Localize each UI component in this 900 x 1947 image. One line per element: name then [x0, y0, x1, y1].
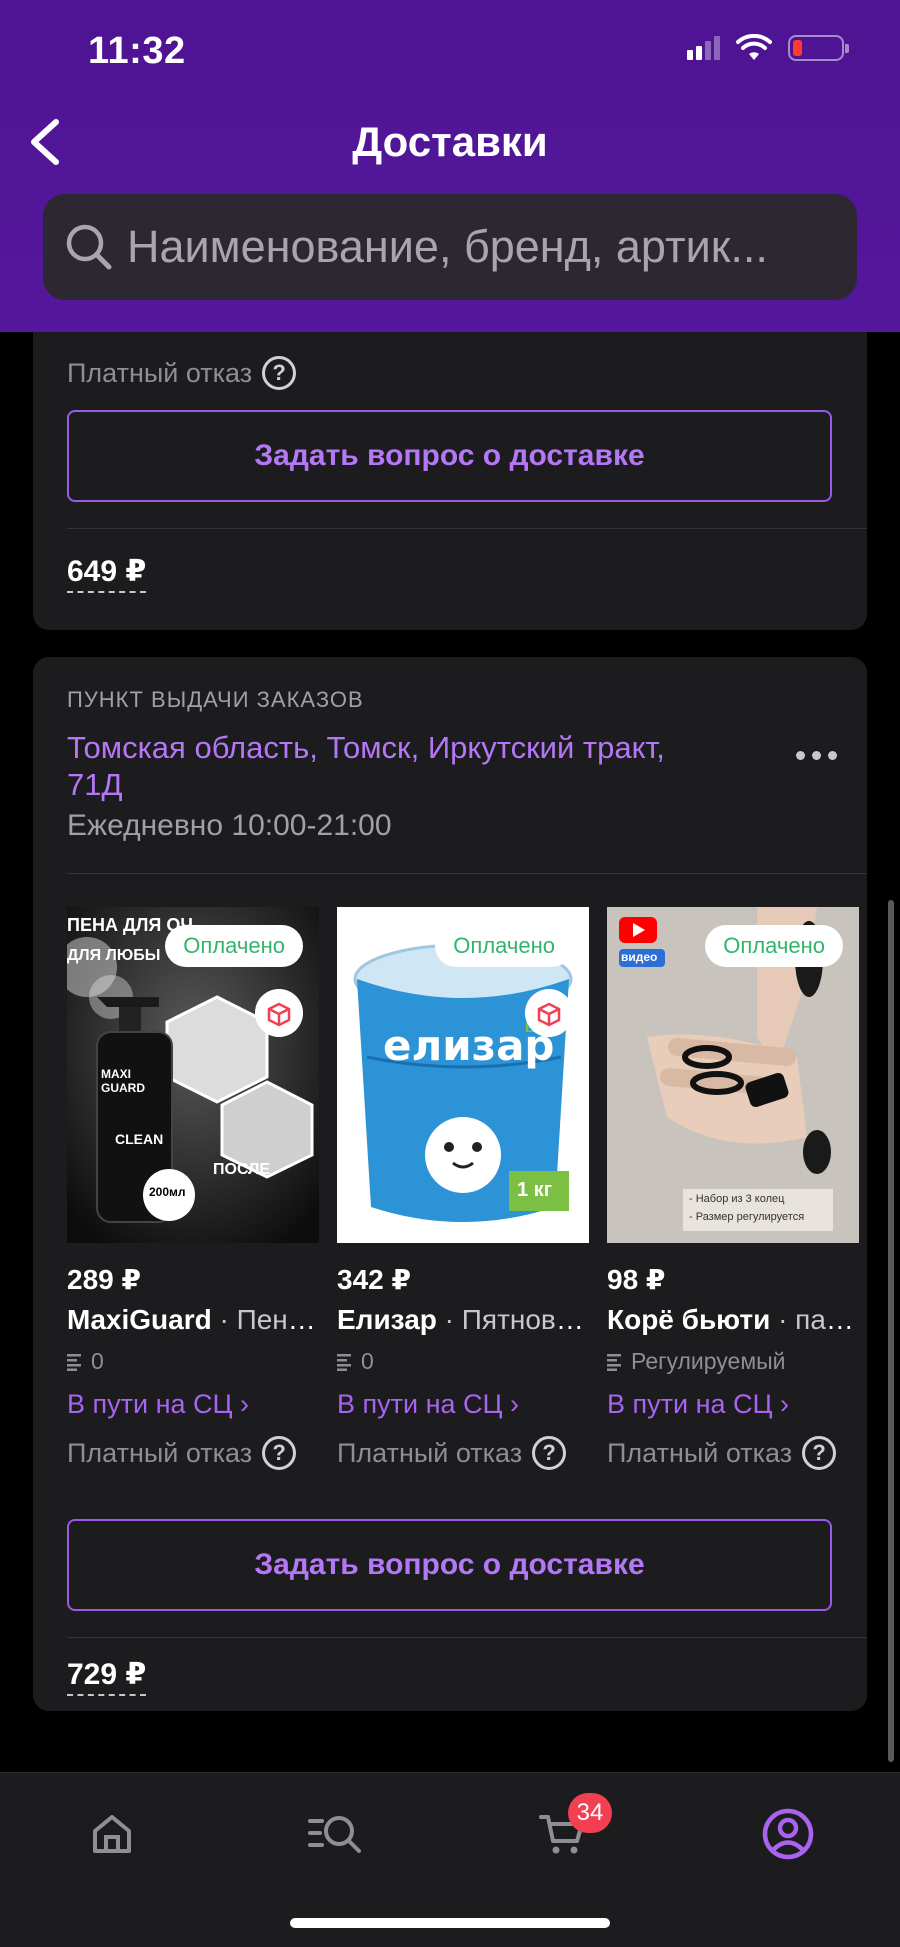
profile-icon: [762, 1808, 814, 1860]
paid-refusal-row: Платный отказ ?: [67, 1436, 319, 1470]
paid-refusal-label: Платный отказ: [337, 1437, 523, 1468]
product-price: 289 ₽: [67, 1264, 141, 1295]
paid-refusal-row: Платный отказ ?: [67, 356, 297, 390]
product-image[interactable]: елизар ECO 1 кг Оплачено: [337, 907, 589, 1243]
search-input[interactable]: [127, 221, 827, 273]
tab-cart[interactable]: 34: [522, 1793, 612, 1869]
pickup-point-hours: Ежедневно 10:00-21:00: [67, 809, 392, 842]
list-icon: [607, 1353, 621, 1371]
image-text: MAXI GUARD: [101, 1067, 145, 1095]
return-box-icon: [255, 989, 303, 1037]
product-price: 98 ₽: [607, 1264, 666, 1295]
product-item[interactable]: ПЕНА ДЛЯ ОЧ ДЛЯ ЛЮБЫ MAXI GUARD CLEAN 20…: [67, 907, 319, 1470]
delivery-status-link[interactable]: В пути на СЦ ›: [607, 1389, 859, 1420]
divider: [67, 528, 867, 529]
tab-profile[interactable]: [748, 1799, 828, 1869]
page-title: Доставки: [352, 118, 548, 165]
divider: [67, 1637, 867, 1638]
delivery-status-link[interactable]: В пути на СЦ ›: [337, 1389, 589, 1420]
list-icon: [67, 1353, 81, 1371]
tab-catalog[interactable]: [296, 1799, 376, 1869]
search-bar[interactable]: [43, 194, 857, 300]
product-image[interactable]: видео - Набор из 3 колец - Размер регули…: [607, 907, 859, 1243]
paid-refusal-label: Платный отказ: [67, 357, 253, 388]
paid-refusal-row: Платный отказ ?: [337, 1436, 589, 1470]
product-reviews: Регулируемый: [607, 1348, 859, 1375]
product-carousel[interactable]: ПЕНА ДЛЯ ОЧ ДЛЯ ЛЮБЫ MAXI GUARD CLEAN 20…: [67, 907, 867, 1487]
home-icon: [93, 1815, 131, 1853]
product-name[interactable]: Корё бьюти · пальцевые кольца: [607, 1304, 859, 1336]
help-icon[interactable]: ?: [532, 1436, 567, 1470]
order-total[interactable]: 649 ₽: [67, 554, 147, 593]
product-name[interactable]: Елизар · Пятновыводитель: [337, 1304, 589, 1336]
image-text: - Размер регулируется: [689, 1211, 805, 1223]
paid-refusal-label: Платный отказ: [607, 1437, 793, 1468]
image-text: - Набор из 3 колец: [689, 1193, 785, 1205]
delivery-card: Платный отказ ? Задать вопрос о доставке…: [33, 332, 867, 630]
help-icon[interactable]: ?: [802, 1436, 837, 1470]
product-price: 342 ₽: [337, 1264, 411, 1295]
paid-badge: Оплачено: [705, 925, 843, 967]
paid-refusal-row: Платный отказ ?: [607, 1436, 859, 1470]
home-indicator: [290, 1918, 610, 1928]
image-text: 200мл: [149, 1185, 186, 1199]
product-item[interactable]: елизар ECO 1 кг Оплачено 342 ₽ Елизар · …: [337, 907, 589, 1470]
search-icon: [66, 224, 112, 270]
ask-delivery-question-button[interactable]: Задать вопрос о доставке: [67, 410, 832, 502]
status-time: 11:32: [88, 30, 186, 72]
help-icon[interactable]: ?: [262, 356, 297, 390]
tab-home[interactable]: [72, 1799, 152, 1869]
deliveries-list[interactable]: Платный отказ ? Задать вопрос о доставке…: [0, 332, 900, 1772]
order-total[interactable]: 729 ₽: [67, 1657, 147, 1696]
product-name[interactable]: MaxiGuard · Пена для очистки: [67, 1304, 319, 1336]
image-text: ДЛЯ ЛЮБЫ: [67, 947, 161, 964]
ask-delivery-question-button[interactable]: Задать вопрос о доставке: [67, 1519, 832, 1611]
cellular-signal-icon: [687, 36, 720, 60]
paid-badge: Оплачено: [435, 925, 573, 967]
product-item[interactable]: видео - Набор из 3 колец - Размер регули…: [607, 907, 859, 1470]
delivery-card: ПУНКТ ВЫДАЧИ ЗАКАЗОВ Томская область, То…: [33, 657, 867, 1711]
wifi-icon: [736, 34, 772, 60]
product-image[interactable]: ПЕНА ДЛЯ ОЧ ДЛЯ ЛЮБЫ MAXI GUARD CLEAN 20…: [67, 907, 319, 1243]
pickup-point-label: ПУНКТ ВЫДАЧИ ЗАКАЗОВ: [67, 687, 364, 712]
divider: [67, 873, 867, 874]
paid-refusal-label: Платный отказ: [67, 1437, 253, 1468]
image-text: CLEAN: [115, 1131, 164, 1147]
video-label: видео: [621, 950, 658, 964]
paid-badge: Оплачено: [165, 925, 303, 967]
status-indicators: [687, 34, 849, 62]
return-box-icon: [525, 989, 573, 1037]
product-reviews: 0: [67, 1348, 319, 1375]
cart-count-badge: 34: [568, 1793, 612, 1833]
product-reviews: 0: [337, 1348, 589, 1375]
top-bar: 11:32 Доставки: [0, 0, 900, 332]
help-icon[interactable]: ?: [262, 1436, 297, 1470]
list-icon: [337, 1353, 351, 1371]
catalog-search-icon: [308, 1816, 361, 1853]
scrollbar[interactable]: [888, 900, 894, 1762]
pickup-point-address[interactable]: Томская область, Томск, Иркутский тракт,…: [67, 729, 667, 803]
battery-icon: [788, 35, 849, 61]
more-options-icon[interactable]: [796, 751, 837, 760]
delivery-status-link[interactable]: В пути на СЦ ›: [67, 1389, 319, 1420]
image-text: 1 кг: [517, 1179, 553, 1201]
image-text: ПОСЛЕ: [213, 1161, 270, 1178]
